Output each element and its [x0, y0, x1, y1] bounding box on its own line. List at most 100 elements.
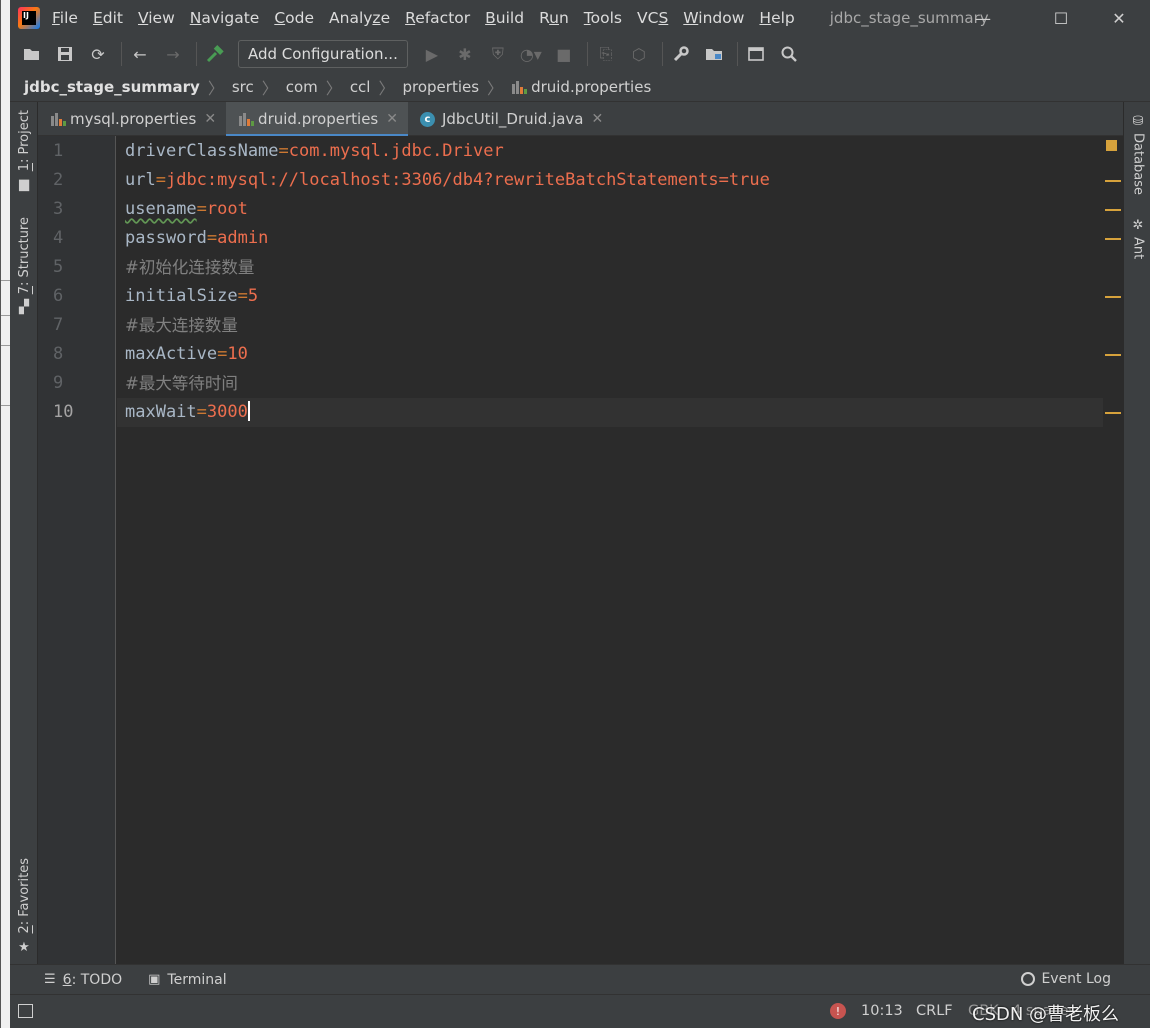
database-tool-tab[interactable]: ⛁ Database: [1124, 114, 1150, 195]
close-tab-icon[interactable]: ✕: [204, 111, 216, 127]
warning-marker[interactable]: [1105, 180, 1121, 182]
breadcrumb-src[interactable]: src: [232, 78, 254, 96]
star-icon: ★: [18, 939, 30, 955]
open-folder-icon[interactable]: [18, 40, 46, 68]
settings-wrench-icon[interactable]: [667, 40, 695, 68]
menu-item[interactable]: Navigate: [190, 9, 260, 27]
todo-label: 6: TODO: [62, 971, 123, 988]
maximize-button[interactable]: ☐: [1032, 0, 1090, 36]
menu-item[interactable]: File: [52, 9, 78, 27]
menu-item[interactable]: Analyze: [329, 9, 390, 27]
close-window-button[interactable]: ✕: [1090, 0, 1148, 36]
event-log-icon: [1021, 972, 1036, 986]
database-tool-label: Database: [1130, 133, 1146, 196]
menu-item[interactable]: VCS: [637, 9, 668, 27]
code-editor[interactable]: 1 2 3 4 5 6 7 8 9 10 driverClassName=com.mysql.jd…: [38, 136, 1123, 964]
stop-icon[interactable]: ■: [550, 40, 578, 68]
search-icon[interactable]: [775, 40, 803, 68]
run-icon[interactable]: ▶: [418, 40, 446, 68]
menu-item[interactable]: Edit: [93, 9, 123, 27]
line-number[interactable]: 3: [38, 195, 116, 224]
toggle-tool-windows-icon[interactable]: [18, 1004, 33, 1018]
line-number[interactable]: 4: [38, 224, 116, 253]
tab-jdbcutil-druid-java[interactable]: c JdbcUtil_Druid.java ✕: [408, 102, 613, 136]
warning-marker[interactable]: [1105, 296, 1121, 298]
ant-tool-tab[interactable]: ✲ Ant: [1124, 218, 1150, 259]
warning-marker[interactable]: [1105, 354, 1121, 356]
line-number[interactable]: 5: [38, 253, 116, 282]
error-stripe[interactable]: [1103, 136, 1123, 964]
property-separator: =: [278, 141, 289, 161]
debug-icon[interactable]: ✱: [451, 40, 479, 68]
warning-marker[interactable]: [1105, 209, 1121, 211]
error-notification-icon[interactable]: !: [830, 1003, 846, 1019]
code-line[interactable]: maxWait=3000: [117, 398, 1103, 427]
warning-marker[interactable]: [1105, 238, 1121, 240]
menu-item[interactable]: View: [138, 9, 175, 27]
code-line[interactable]: #最大等待时间: [117, 369, 1103, 398]
todo-tool-button[interactable]: ☰ 6: TODO: [44, 972, 122, 988]
add-configuration-button[interactable]: Add Configuration...: [238, 40, 408, 68]
code-line[interactable]: #初始化连接数量: [117, 253, 1103, 282]
synchronize-icon[interactable]: ⟳: [84, 40, 112, 68]
line-number[interactable]: 1: [38, 137, 116, 166]
line-number-gutter[interactable]: 1 2 3 4 5 6 7 8 9 10: [38, 136, 116, 964]
breadcrumb-properties[interactable]: properties: [403, 78, 480, 96]
code-line[interactable]: driverClassName=com.mysql.jdbc.Driver: [117, 137, 1103, 166]
close-tab-icon[interactable]: ✕: [386, 111, 398, 127]
breadcrumb-file[interactable]: druid.properties: [531, 78, 651, 96]
menu-item[interactable]: Help: [759, 9, 794, 27]
java-class-icon: c: [419, 111, 435, 127]
terminal-tool-button[interactable]: ▣ Terminal: [148, 972, 226, 988]
profile-icon[interactable]: ◔▾: [517, 40, 545, 68]
menu-item[interactable]: Run: [539, 9, 569, 27]
menu-item[interactable]: Code: [274, 9, 314, 27]
update-running-icon[interactable]: ⬡: [625, 40, 653, 68]
toolbar-separator: [121, 42, 122, 66]
line-number[interactable]: 2: [38, 166, 116, 195]
breadcrumb-ccl[interactable]: ccl: [350, 78, 371, 96]
structure-tool-tab[interactable]: 7: Structure ▞: [10, 217, 38, 315]
close-tab-icon[interactable]: ✕: [592, 111, 604, 127]
breadcrumb-separator: 〉: [378, 78, 395, 98]
line-separator[interactable]: CRLF: [916, 1003, 953, 1019]
code-line[interactable]: url=jdbc:mysql://localhost:3306/db4?rewr…: [117, 166, 1103, 195]
tab-mysql-properties[interactable]: mysql.properties ✕: [38, 102, 226, 136]
project-structure-icon[interactable]: [700, 40, 728, 68]
forward-arrow-icon[interactable]: →: [159, 40, 187, 68]
code-line[interactable]: usename=root: [117, 195, 1103, 224]
line-number[interactable]: 8: [38, 340, 116, 369]
attach-debugger-icon[interactable]: ⎘: [592, 40, 620, 68]
run-anything-icon[interactable]: [742, 40, 770, 68]
line-number[interactable]: 10: [38, 398, 116, 427]
minimize-button[interactable]: —: [954, 0, 1012, 36]
caret-position[interactable]: 10:13: [861, 1003, 903, 1019]
back-arrow-icon[interactable]: ←: [126, 40, 154, 68]
warning-marker[interactable]: [1105, 412, 1121, 414]
menu-item[interactable]: Refactor: [405, 9, 470, 27]
folder-icon: ▆: [19, 177, 29, 193]
favorites-tool-tab[interactable]: 2: Favorites ★: [10, 858, 38, 955]
code-line[interactable]: password=admin: [117, 224, 1103, 253]
menu-item[interactable]: Window: [683, 9, 744, 27]
breadcrumb-project[interactable]: jdbc_stage_summary: [24, 78, 200, 96]
code-line[interactable]: #最大连接数量: [117, 311, 1103, 340]
line-number[interactable]: 7: [38, 311, 116, 340]
breadcrumb-com[interactable]: com: [286, 78, 318, 96]
menu-item[interactable]: Build: [485, 9, 524, 27]
code-line[interactable]: initialSize=5: [117, 282, 1103, 311]
coverage-icon[interactable]: ⛨: [484, 40, 512, 68]
event-log-button[interactable]: Event Log: [1021, 971, 1111, 987]
line-number[interactable]: 9: [38, 369, 116, 398]
warning-status-icon[interactable]: [1106, 140, 1117, 151]
breadcrumb-separator: 〉: [207, 78, 224, 98]
menu-item[interactable]: Tools: [584, 9, 622, 27]
build-hammer-icon[interactable]: [201, 40, 229, 68]
save-all-icon[interactable]: [51, 40, 79, 68]
code-line[interactable]: maxActive=10: [117, 340, 1103, 369]
tab-druid-properties[interactable]: druid.properties ✕: [226, 102, 408, 137]
project-tool-tab[interactable]: 1: Project ▆: [10, 110, 38, 192]
csdn-watermark: CSDN @曹老板么: [972, 1004, 1120, 1025]
breadcrumb: jdbc_stage_summary 〉 src 〉 com 〉 ccl 〉 p…: [10, 72, 1150, 102]
line-number[interactable]: 6: [38, 282, 116, 311]
